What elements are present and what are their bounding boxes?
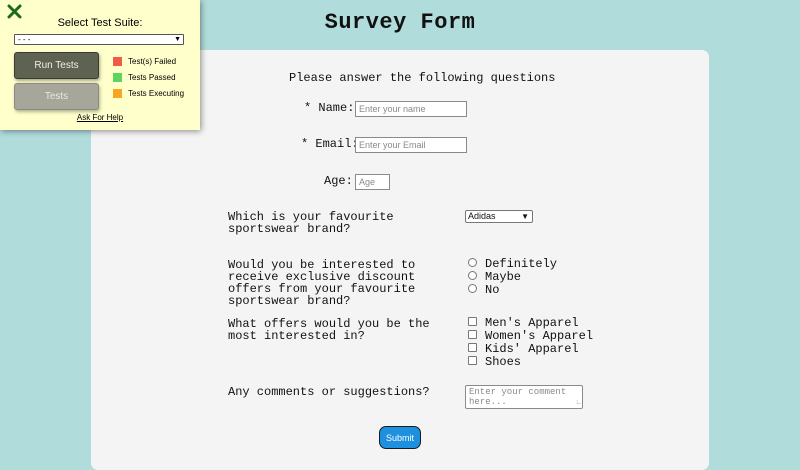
chevron-down-icon: ▼ — [174, 36, 181, 43]
name-label: * Name: — [304, 101, 355, 115]
comments-placeholder: Enter your comment here... — [469, 387, 567, 407]
comments-question: Any comments or suggestions? — [228, 385, 430, 399]
offers-question: What offers would you be the most intere… — [228, 317, 430, 343]
test-suite-select[interactable]: - - - ▼ — [14, 34, 184, 45]
brand-select-value: Adidas — [468, 211, 496, 221]
checkbox[interactable] — [468, 343, 477, 353]
chevron-down-icon: ▼ — [521, 212, 529, 221]
tests-button[interactable]: Tests — [14, 83, 99, 110]
name-input[interactable] — [355, 101, 467, 117]
test-suite-select-value: - - - — [18, 35, 31, 44]
checkbox[interactable] — [468, 317, 477, 327]
test-panel: Select Test Suite: - - - ▼ Run Tests Tes… — [0, 0, 200, 130]
radio-button[interactable] — [468, 271, 477, 281]
failed-swatch-icon — [113, 56, 122, 66]
legend-failed: Test(s) Failed — [113, 56, 176, 67]
radio-button[interactable] — [468, 258, 477, 268]
checkbox[interactable] — [468, 330, 477, 340]
checkbox[interactable] — [468, 356, 477, 366]
ask-for-help-link[interactable]: Ask For Help — [0, 113, 200, 122]
passed-swatch-icon — [113, 72, 122, 82]
comments-textarea[interactable]: Enter your comment here... ∟ — [465, 385, 583, 409]
test-suite-heading: Select Test Suite: — [57, 17, 143, 29]
submit-button[interactable]: Submit — [379, 426, 421, 449]
legend-passed: Tests Passed — [113, 72, 176, 83]
form-intro: Please answer the following questions — [289, 71, 556, 85]
email-input[interactable] — [355, 137, 467, 153]
age-input[interactable] — [355, 174, 390, 190]
brand-select[interactable]: Adidas ▼ — [465, 210, 533, 223]
email-label: * Email: — [301, 137, 359, 151]
resize-grip-icon[interactable]: ∟ — [577, 398, 581, 408]
discount-option-no[interactable]: No — [468, 284, 499, 297]
discount-question: Would you be interested to receive exclu… — [228, 258, 416, 308]
legend-executing: Tests Executing — [113, 88, 184, 99]
executing-swatch-icon — [113, 88, 122, 98]
age-label: Age: — [324, 174, 353, 188]
offer-option-shoes[interactable]: Shoes — [468, 356, 521, 369]
brand-question: Which is your favourite sportswear brand… — [228, 210, 394, 236]
radio-button[interactable] — [468, 284, 477, 294]
run-tests-button[interactable]: Run Tests — [14, 52, 99, 79]
